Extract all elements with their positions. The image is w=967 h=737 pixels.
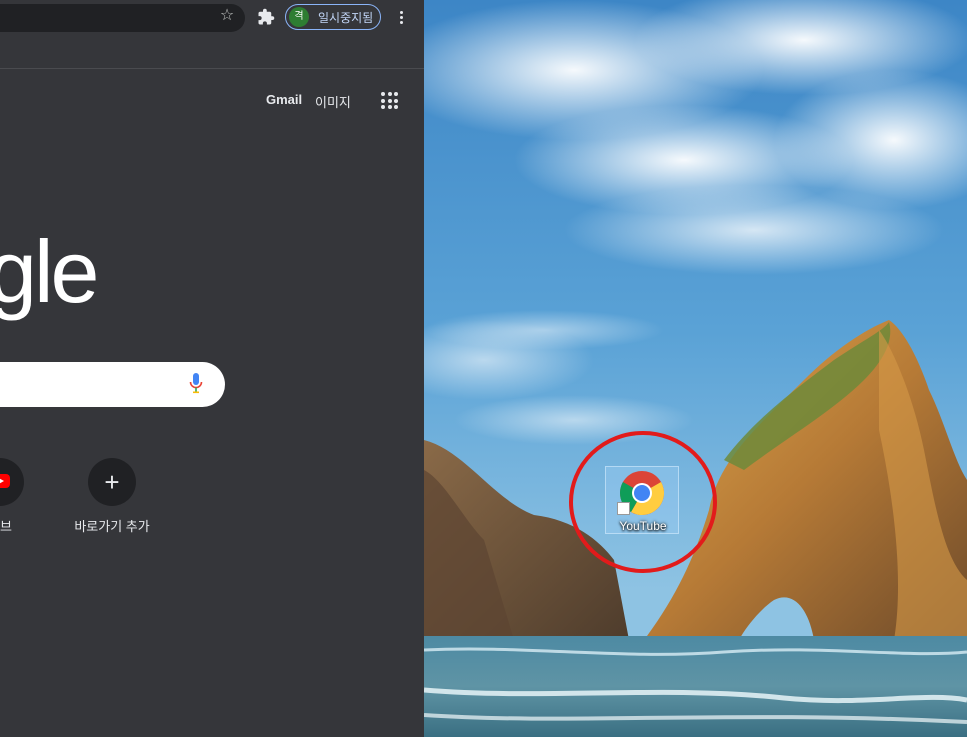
address-bar[interactable] <box>0 4 245 32</box>
profile-button[interactable]: 격 일시중지됨 <box>285 4 381 30</box>
shortcut-tile[interactable] <box>0 458 24 506</box>
google-logo: gle <box>0 222 99 321</box>
browser-window: ☆ 격 일시중지됨 Gmail 이미지 gle 튜브 <box>0 0 424 737</box>
desktop-wallpaper: YouTube <box>424 0 967 737</box>
plus-icon: + <box>104 467 120 497</box>
images-link[interactable]: 이미지 <box>315 92 351 111</box>
search-input[interactable] <box>0 362 225 407</box>
browser-toolbar: ☆ 격 일시중지됨 <box>0 0 424 38</box>
extensions-puzzle-icon[interactable] <box>257 8 275 26</box>
ntp-header-links: Gmail 이미지 <box>0 92 424 112</box>
avatar: 격 <box>289 7 309 27</box>
more-menu-icon[interactable] <box>396 9 406 27</box>
gmail-link[interactable]: Gmail <box>266 92 302 107</box>
shortcut-tile[interactable]: + <box>88 458 136 506</box>
youtube-icon <box>0 474 10 488</box>
google-apps-icon[interactable] <box>381 92 398 109</box>
highlight-circle <box>569 431 717 573</box>
shortcut-label: 바로가기 추가 <box>74 519 150 534</box>
wallpaper-image <box>424 0 967 737</box>
add-shortcut-button[interactable]: + 바로가기 추가 <box>72 458 152 535</box>
bookmark-star-icon[interactable]: ☆ <box>218 7 236 25</box>
profile-status-label: 일시중지됨 <box>318 10 374 25</box>
shortcut-label: 튜브 <box>0 519 12 534</box>
shortcut-youtube[interactable]: 튜브 <box>0 458 40 535</box>
microphone-icon[interactable] <box>189 373 203 395</box>
toolbar-divider <box>0 68 424 69</box>
